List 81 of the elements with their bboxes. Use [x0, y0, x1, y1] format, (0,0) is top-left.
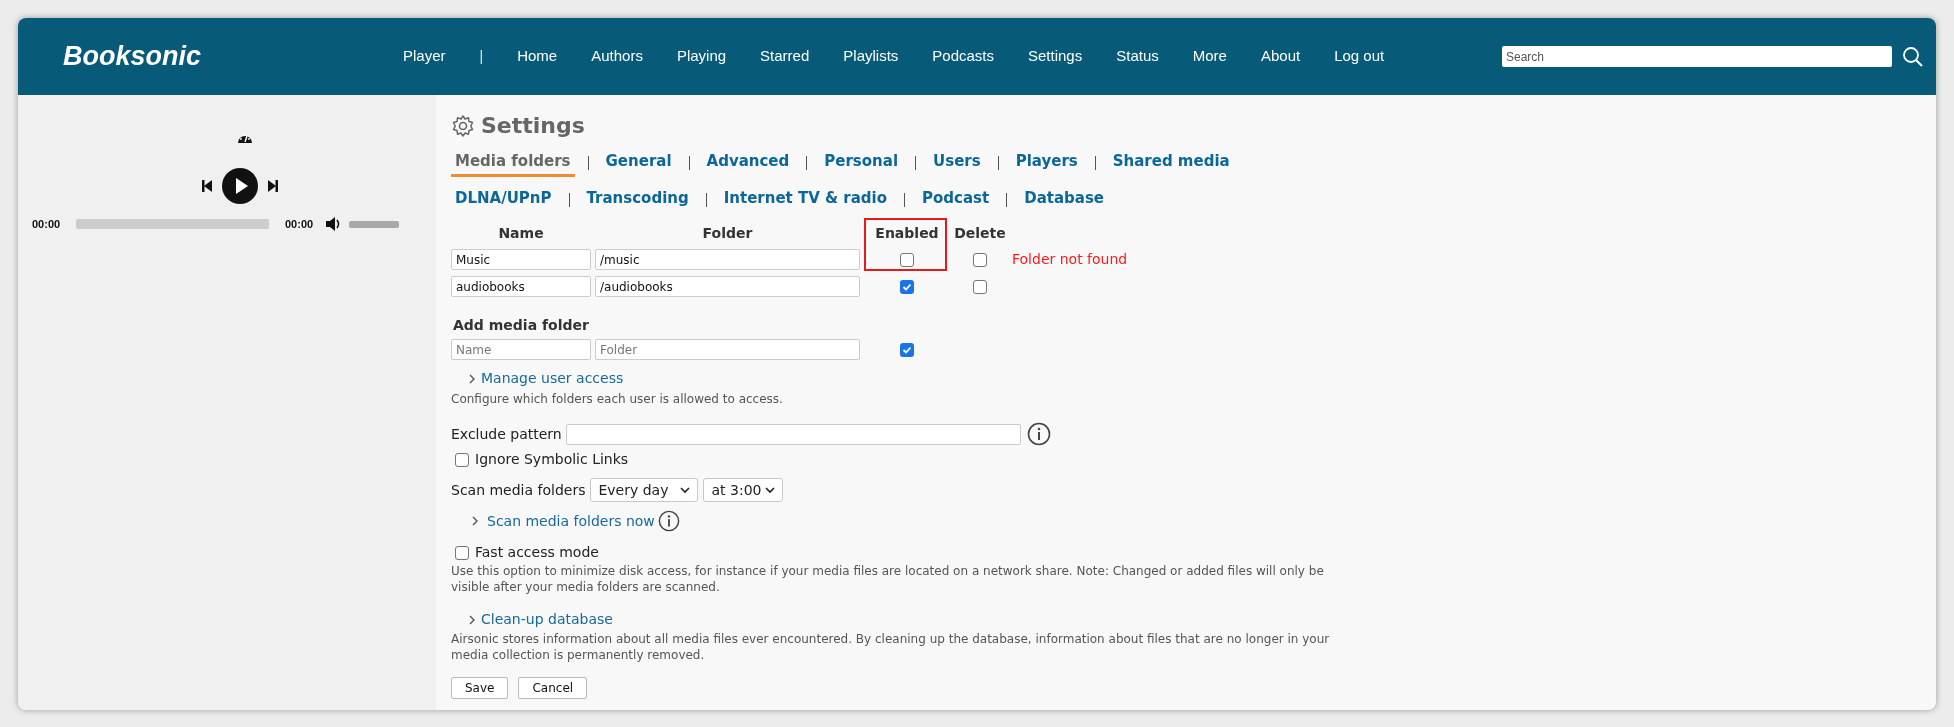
- error-message: Folder not found: [1012, 250, 1128, 269]
- column-header: Enabled: [874, 223, 940, 243]
- name-field[interactable]: audiobooks: [451, 276, 591, 297]
- info-icon[interactable]: [657, 510, 680, 532]
- field-label: Exclude pattern: [451, 424, 562, 444]
- delete-checkbox[interactable]: [973, 279, 987, 294]
- name-field[interactable]: Music: [451, 249, 591, 270]
- column-header: Name: [497, 223, 545, 243]
- nav-link[interactable]: Settings: [1028, 45, 1083, 68]
- settings-tab[interactable]: Advanced: [702, 150, 794, 177]
- settings-tab[interactable]: Database: [1020, 186, 1108, 213]
- settings-tab[interactable]: DLNA/UPnP: [451, 186, 556, 213]
- form-button[interactable]: Save: [451, 677, 509, 699]
- checkmark-icon: [902, 344, 912, 355]
- delete-checkbox[interactable]: [973, 252, 987, 267]
- settings-tab[interactable]: Internet TV & radio: [719, 186, 892, 213]
- name-field[interactable]: Name: [451, 339, 591, 360]
- interval-select[interactable]: Every day: [590, 478, 699, 502]
- enabled-checkbox[interactable]: [900, 279, 914, 294]
- nav-link[interactable]: Home: [517, 45, 558, 68]
- page-title: Settings: [481, 112, 585, 140]
- play-icon[interactable]: [222, 168, 258, 204]
- checkbox-label: Ignore Symbolic Links: [475, 450, 629, 469]
- progress-slider[interactable]: [76, 219, 269, 230]
- field-label: Scan media folders: [451, 480, 586, 500]
- folder-field[interactable]: /audiobooks: [595, 276, 860, 297]
- nav-link[interactable]: About: [1260, 45, 1301, 68]
- ignore-symlinks-checkbox[interactable]: [455, 452, 469, 467]
- settings-tab[interactable]: Personal: [820, 150, 903, 177]
- form-button[interactable]: Cancel: [518, 677, 588, 699]
- nav-link[interactable]: Authors: [591, 45, 643, 68]
- chevron-icon: [468, 372, 476, 385]
- settings-icon: [451, 113, 475, 138]
- settings-tab[interactable]: Players: [1011, 150, 1082, 177]
- nav-link[interactable]: Log out: [1334, 45, 1385, 68]
- column-header: Delete: [954, 223, 1006, 243]
- volume-slider[interactable]: [349, 220, 399, 228]
- folder-field[interactable]: /music: [595, 249, 860, 270]
- enabled-checkbox[interactable]: [900, 252, 914, 267]
- help-text: Configure which folders each user is allowed to access.: [451, 391, 784, 408]
- fast-access-checkbox[interactable]: [455, 545, 469, 560]
- nav-link[interactable]: Podcasts: [932, 45, 994, 68]
- settings-tab[interactable]: Media folders: [451, 150, 575, 177]
- time-select[interactable]: at 3:00: [703, 478, 784, 502]
- chevron-icon: [471, 515, 479, 527]
- settings-tab[interactable]: Shared media: [1108, 150, 1234, 177]
- enabled-checkbox[interactable]: [900, 342, 914, 357]
- settings-tab[interactable]: Podcast: [918, 186, 994, 213]
- folder-field[interactable]: Folder: [595, 339, 860, 360]
- column-header: Folder: [701, 223, 754, 243]
- info-icon[interactable]: [1026, 422, 1051, 446]
- cleanup-link[interactable]: Clean-up database: [481, 609, 613, 630]
- nav-link[interactable]: More: [1192, 45, 1227, 68]
- manage-access-link[interactable]: Manage user access: [481, 368, 624, 389]
- settings-tab[interactable]: Transcoding: [582, 186, 693, 213]
- elapsed-time: 00:00: [32, 217, 62, 232]
- nav-link[interactable]: Playlists: [843, 45, 899, 68]
- speedometer-icon[interactable]: [237, 131, 253, 145]
- exclude-pattern-field[interactable]: [565, 423, 1021, 445]
- section-heading: Add media folder: [453, 316, 590, 335]
- nav-separator: |: [479, 47, 484, 66]
- previous-icon[interactable]: [202, 180, 212, 192]
- help-text: Airsonic stores information about all media files ever encountered. By cleaning up the database, information about files that are no longer in your media collection is permanently removed.: [451, 631, 1331, 663]
- chevron-icon: [468, 613, 476, 626]
- checkbox-label: Fast access mode: [475, 543, 599, 562]
- nav-link[interactable]: Starred: [760, 45, 810, 68]
- search-icon[interactable]: [1902, 45, 1924, 68]
- search-field[interactable]: Search: [1502, 46, 1892, 67]
- settings-tab[interactable]: Users: [929, 150, 985, 177]
- chevron-down-icon: [765, 486, 776, 494]
- duration-time: 00:00: [285, 217, 315, 232]
- scan-now-link[interactable]: Scan media folders now: [487, 510, 655, 532]
- chevron-down-icon: [680, 486, 691, 494]
- logo[interactable]: Booksonic: [63, 36, 403, 77]
- checkmark-icon: [902, 281, 912, 292]
- nav-link[interactable]: Playing: [676, 45, 727, 68]
- next-icon[interactable]: [268, 180, 278, 192]
- help-text: Use this option to minimize disk access, for instance if your media files are located on a network share. Note: Changed or added files will only be visible after your media folders are scanned.: [451, 563, 1325, 595]
- nav-link[interactable]: Player: [403, 45, 446, 68]
- settings-tab[interactable]: General: [601, 150, 676, 177]
- nav-link[interactable]: Status: [1116, 45, 1159, 68]
